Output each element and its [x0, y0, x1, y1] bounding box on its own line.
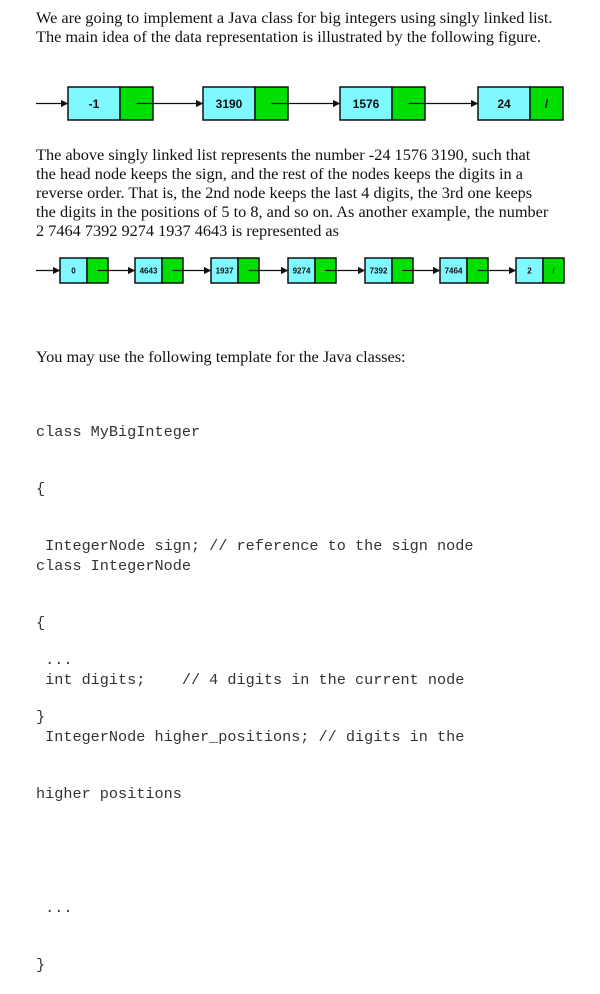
node-value: 3190 — [216, 97, 243, 111]
explanation-line: 2 7464 7392 9274 1937 4643 is represente… — [36, 221, 339, 240]
code-line: int digits; // 4 digits in the current n… — [36, 671, 465, 689]
intro-paragraph: We are going to implement a Java class f… — [36, 8, 576, 46]
node-value: 9274 — [293, 266, 311, 275]
node-value: 7464 — [445, 266, 463, 275]
explanation-line: reverse order. That is, the 2nd node kee… — [36, 183, 533, 202]
code-line: higher positions — [36, 785, 182, 803]
explanation-paragraph: The above singly linked list represents … — [36, 145, 576, 240]
code-line: ... — [36, 899, 73, 917]
code-line: IntegerNode higher_positions; // digits … — [36, 728, 465, 746]
code-line: class IntegerNode — [36, 557, 191, 575]
node-value: 1576 — [353, 97, 380, 111]
code-block-integernode: class IntegerNode { int digits; // 4 dig… — [36, 519, 576, 994]
node-value: 4643 — [140, 266, 158, 275]
intro-line-2: The main idea of the data representation… — [36, 27, 542, 46]
list-node: 2/ — [515, 257, 565, 284]
intro-line-1: We are going to implement a Java class f… — [36, 8, 553, 27]
linked-list-figure-2: 0 4643 1937 9274 7392 7464 2/ — [36, 257, 565, 284]
code-line: class MyBigInteger — [36, 423, 201, 441]
linked-list-figure-1: -1 3190 1576 24/ — [36, 86, 564, 121]
node-value: 7392 — [370, 266, 388, 275]
node-value: 24 — [497, 97, 511, 111]
template-intro: You may use the following template for t… — [36, 347, 406, 366]
explanation-line: the digits in the positions of 5 to 8, a… — [36, 202, 549, 221]
node-value: 1937 — [216, 266, 234, 275]
explanation-line: The above singly linked list represents … — [36, 145, 531, 164]
node-value: 0 — [71, 266, 76, 275]
explanation-line: the head node keeps the sign, and the re… — [36, 164, 523, 183]
code-line: { — [36, 614, 46, 632]
code-line: { — [36, 480, 46, 498]
code-line: } — [36, 956, 46, 974]
node-value: 2 — [527, 266, 532, 275]
node-value: -1 — [89, 97, 100, 111]
list-node: 24/ — [477, 86, 564, 121]
